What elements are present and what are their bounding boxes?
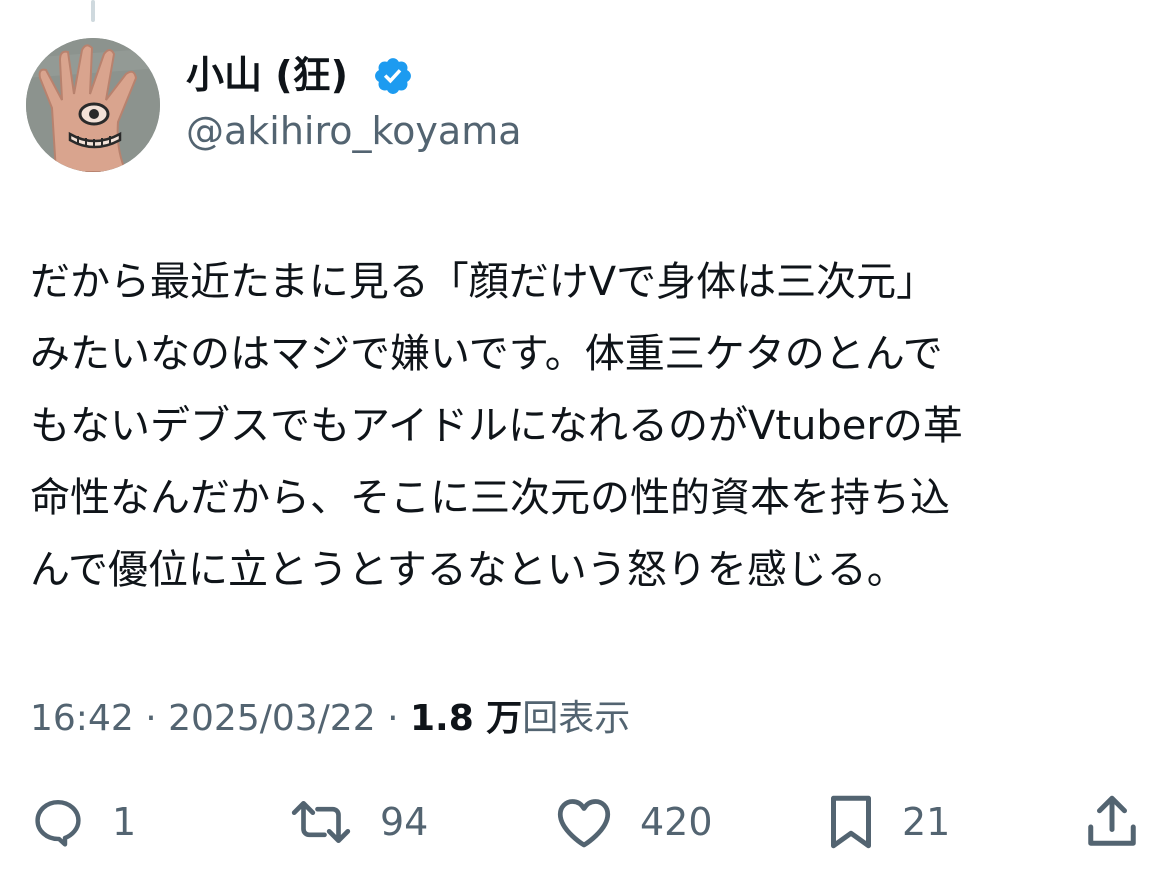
- tweet-date[interactable]: 2025/03/22: [168, 698, 376, 739]
- hand-eye-drawing-avatar-icon: [26, 38, 160, 172]
- views-label: 回表示: [522, 698, 631, 739]
- thread-connector-line: [91, 0, 95, 22]
- retweet-icon: [291, 801, 351, 843]
- tweet-text: だから最近たまに見る「顔だけVで身体は三次元」 みたいなのはマジで嫌いです。体重…: [30, 246, 1150, 606]
- meta-separator: ·: [387, 698, 399, 739]
- retweet-button[interactable]: 94: [288, 784, 428, 860]
- tweet-text-line: 命性なんだから、そこに三次元の性的資本を持ち込: [30, 475, 950, 521]
- bookmark-icon: [831, 795, 871, 849]
- tweet-text-line: んで優位に立とうとするなという怒りを感じる。: [30, 547, 907, 593]
- like-button[interactable]: 420: [554, 784, 713, 860]
- meta-separator: ·: [145, 698, 157, 739]
- tweet-meta: 16:42 · 2025/03/22 · 1.8 万回表示: [30, 694, 630, 744]
- action-bar: 1 94 420 21: [0, 784, 1170, 860]
- tweet-text-line: だから最近たまに見る「顔だけVで身体は三次元」: [30, 259, 937, 305]
- reply-count: 1: [112, 800, 137, 844]
- reply-button[interactable]: 1: [30, 784, 136, 860]
- like-count: 420: [640, 800, 713, 844]
- verified-badge-icon: [375, 58, 411, 94]
- user-handle[interactable]: @akihiro_koyama: [186, 108, 522, 154]
- tweet-time[interactable]: 16:42: [30, 698, 134, 739]
- tweet-text-line: もないデブスでもアイドルになれるのがVtuberの革: [30, 403, 963, 449]
- bookmark-button[interactable]: 21: [826, 784, 950, 860]
- reply-icon: [35, 799, 81, 847]
- bookmark-count: 21: [902, 800, 951, 844]
- heart-icon: [557, 799, 611, 848]
- share-button[interactable]: [1082, 784, 1142, 860]
- tweet-text-line: みたいなのはマジで嫌いです。体重三ケタのとんで: [30, 331, 943, 377]
- share-icon: [1088, 795, 1136, 846]
- views-count: 1.8 万: [409, 698, 523, 739]
- retweet-count: 94: [380, 800, 429, 844]
- avatar[interactable]: [26, 38, 160, 172]
- display-name[interactable]: 小山 (狂): [186, 52, 348, 98]
